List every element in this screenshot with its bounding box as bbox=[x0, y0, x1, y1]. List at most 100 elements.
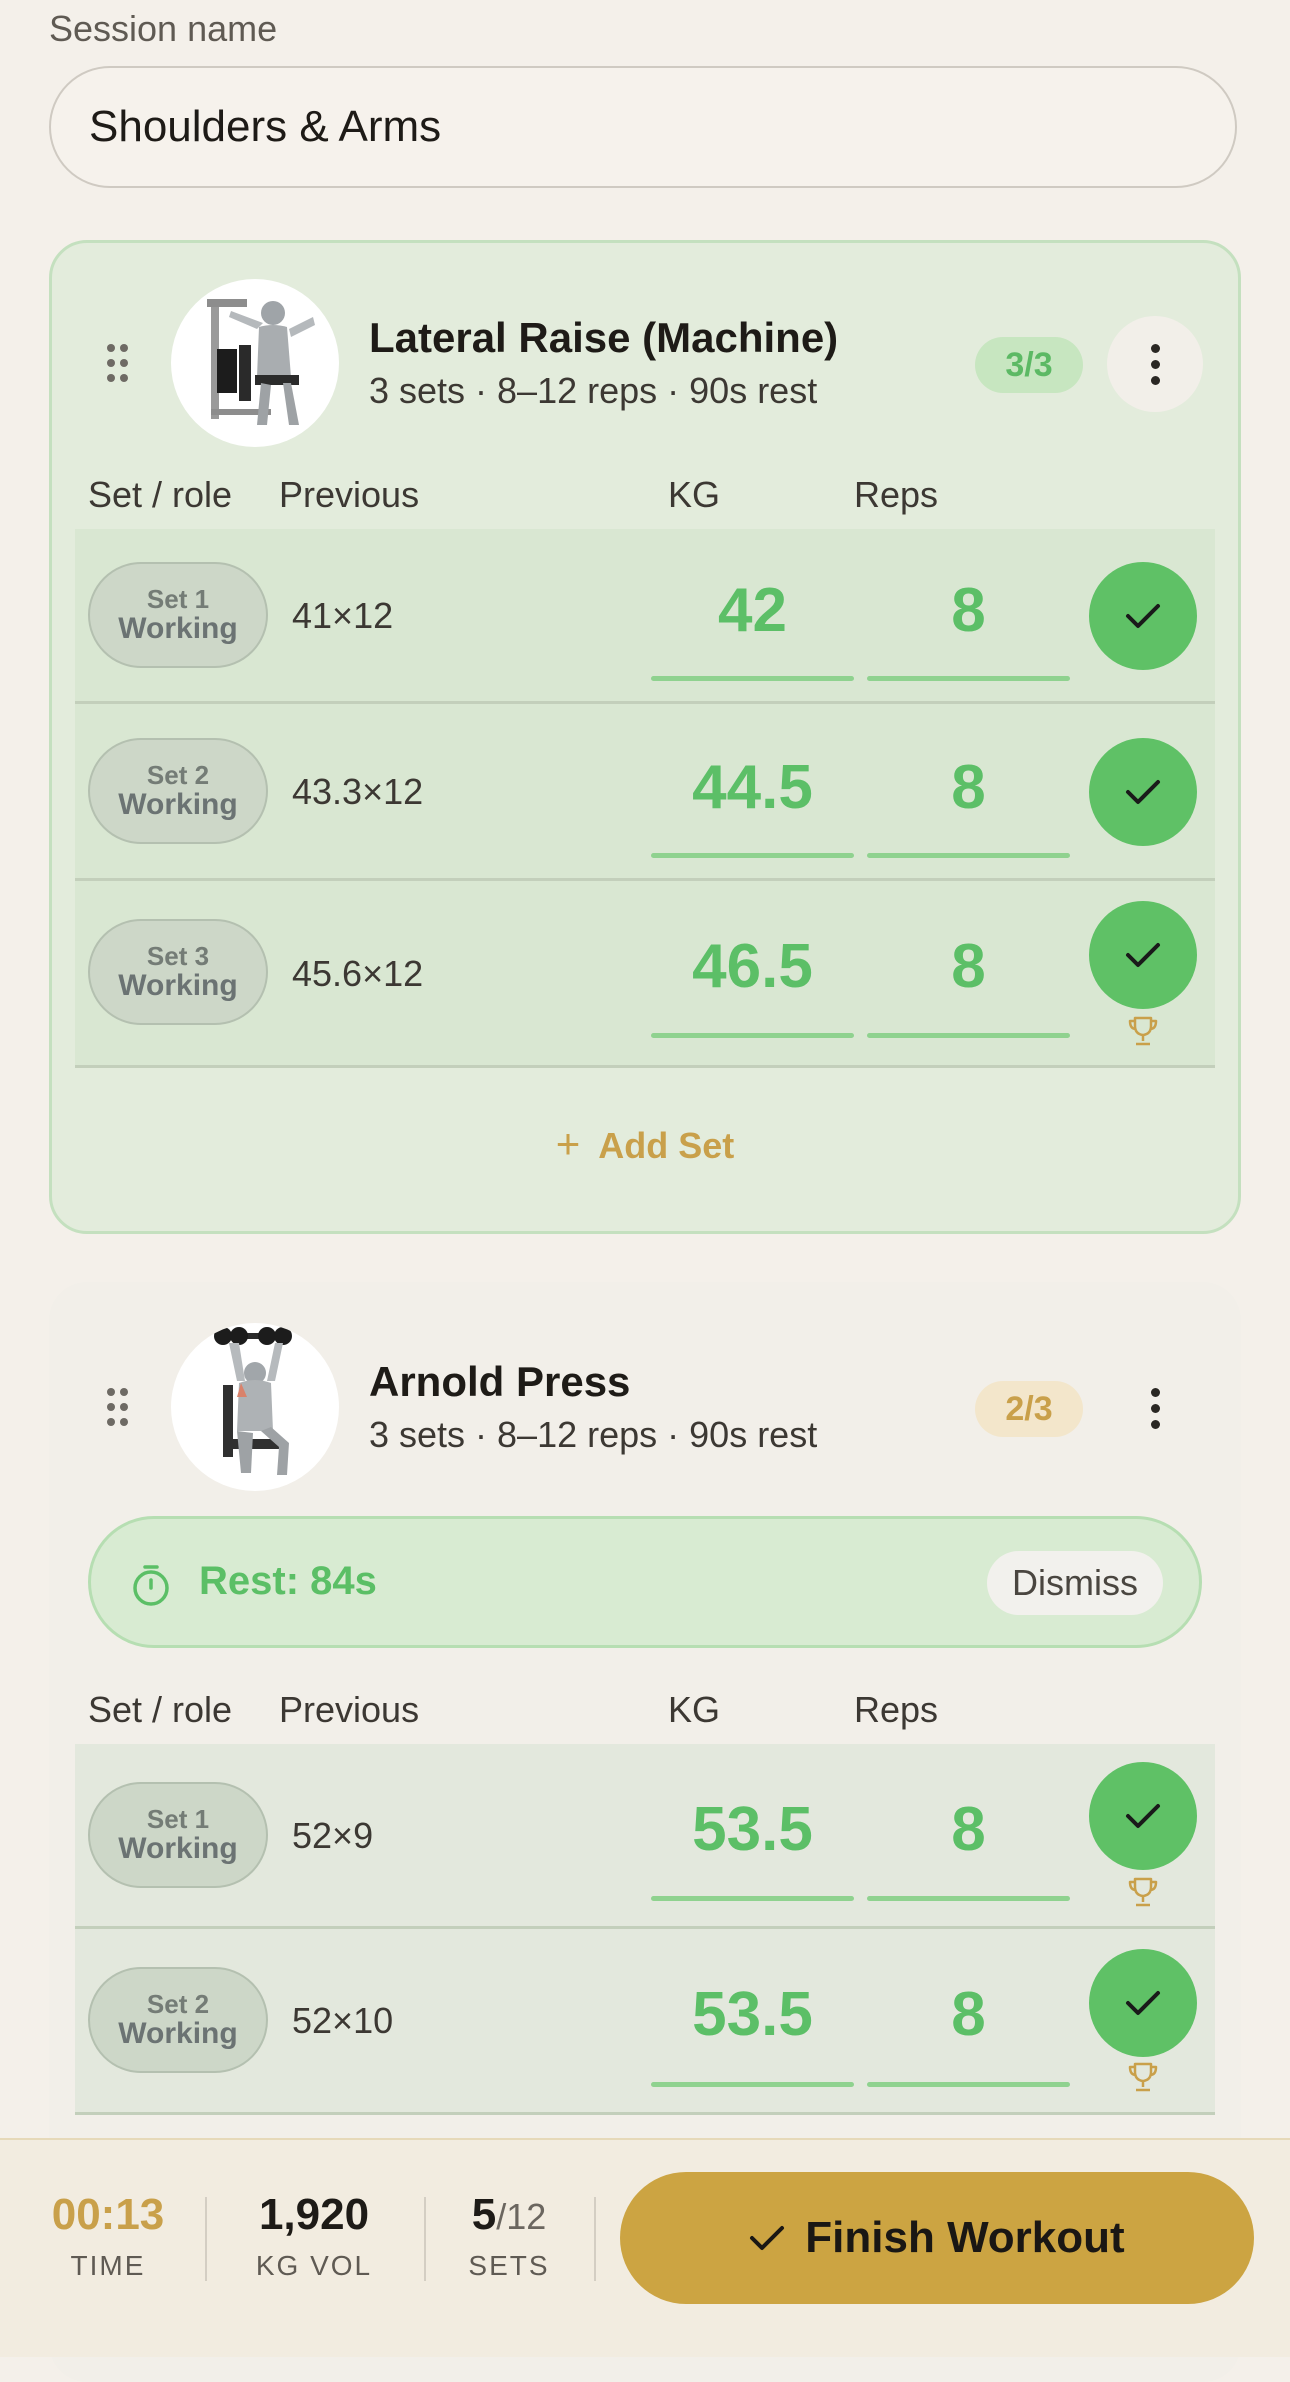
volume-label: KG VOL bbox=[255, 2250, 373, 2281]
drag-handle-icon[interactable] bbox=[107, 344, 129, 384]
exercise-subtitle: 3 sets · 8–12 reps · 90s rest bbox=[369, 1414, 818, 1455]
kg-input-underline bbox=[651, 676, 854, 681]
previous-value: 43.3×12 bbox=[292, 771, 424, 812]
set-row: Set 2 Working 52×10 53.5 8 bbox=[75, 1929, 1215, 2115]
check-icon bbox=[1126, 1804, 1160, 1828]
reps-input-underline bbox=[867, 1896, 1070, 1901]
divider bbox=[424, 2197, 426, 2281]
set-role-pill[interactable]: Set 1 Working bbox=[88, 562, 268, 668]
set-number: Set 1 bbox=[146, 1804, 210, 1834]
reps-input[interactable]: 8 bbox=[867, 931, 1070, 1002]
check-icon bbox=[1126, 604, 1160, 628]
reps-input-underline bbox=[867, 2082, 1070, 2087]
exercise-thumbnail[interactable] bbox=[171, 279, 339, 447]
finish-workout-label: Finish Workout bbox=[805, 2213, 1125, 2262]
previous-value: 52×9 bbox=[292, 1815, 374, 1856]
time-stat: 00:13 TIME bbox=[28, 2190, 188, 2282]
complete-set-button[interactable] bbox=[1089, 1762, 1197, 1870]
set-row: Set 3 Working 45.6×12 46.5 8 bbox=[75, 881, 1215, 1068]
dismiss-button[interactable]: Dismiss bbox=[987, 1551, 1163, 1615]
sets-label: SETS bbox=[468, 2250, 550, 2281]
rest-timer-banner: Rest: 84s Dismiss bbox=[88, 1516, 1202, 1648]
set-role-pill[interactable]: Set 3 Working bbox=[88, 919, 268, 1025]
sets-total-value: /12 bbox=[496, 2196, 547, 2237]
column-header-reps: Reps bbox=[854, 1689, 939, 1730]
reps-input[interactable]: 8 bbox=[867, 575, 1070, 646]
more-vertical-icon[interactable] bbox=[1107, 316, 1203, 412]
kg-input-underline bbox=[651, 1033, 854, 1038]
set-number: Set 2 bbox=[146, 760, 210, 790]
divider bbox=[594, 2197, 596, 2281]
complete-set-button[interactable] bbox=[1089, 901, 1197, 1009]
check-icon bbox=[1126, 780, 1160, 804]
reps-input-underline bbox=[867, 676, 1070, 681]
volume-stat: 1,920 KG VOL bbox=[228, 2190, 400, 2282]
kg-input-underline bbox=[651, 2082, 854, 2087]
volume-value: 1,920 bbox=[258, 2190, 370, 2239]
more-vertical-icon[interactable] bbox=[1107, 1360, 1203, 1456]
set-number: Set 3 bbox=[146, 941, 210, 971]
complete-set-button[interactable] bbox=[1089, 738, 1197, 846]
session-name-input[interactable]: Shoulders & Arms bbox=[49, 66, 1237, 188]
sets-done-value: 5 bbox=[471, 2190, 497, 2239]
set-role-pill[interactable]: Set 1 Working bbox=[88, 1782, 268, 1888]
workout-footer: 00:13 TIME 1,920 KG VOL 5/12 SETS Finish… bbox=[0, 2138, 1290, 2357]
kg-input-underline bbox=[651, 853, 854, 858]
reps-input[interactable]: 8 bbox=[867, 752, 1070, 823]
time-value: 00:13 bbox=[51, 2190, 165, 2239]
previous-value: 45.6×12 bbox=[292, 953, 424, 994]
stopwatch-icon bbox=[133, 1565, 169, 1606]
set-number: Set 1 bbox=[146, 584, 210, 614]
time-label: TIME bbox=[70, 2250, 146, 2281]
set-row: Set 1 Working 52×9 53.5 8 bbox=[75, 1744, 1215, 1929]
kg-input[interactable]: 42 bbox=[651, 575, 854, 646]
session-name-label: Session name bbox=[49, 8, 278, 49]
check-icon bbox=[1126, 1991, 1160, 2015]
set-role: Working bbox=[118, 2017, 238, 2050]
set-role: Working bbox=[118, 969, 238, 1002]
drag-handle-icon[interactable] bbox=[107, 1388, 129, 1428]
set-role: Working bbox=[118, 612, 238, 645]
check-icon bbox=[750, 2226, 785, 2250]
reps-input[interactable]: 8 bbox=[867, 1794, 1070, 1865]
column-header-role: Set / role bbox=[88, 474, 233, 515]
finish-workout-button[interactable]: Finish Workout bbox=[620, 2172, 1254, 2304]
add-set-label: Add Set bbox=[598, 1125, 735, 1166]
add-set-button[interactable]: + Add Set bbox=[0, 1120, 1290, 1168]
plus-icon: + bbox=[555, 1120, 581, 1167]
set-role-pill[interactable]: Set 2 Working bbox=[88, 738, 268, 844]
exercise-subtitle: 3 sets · 8–12 reps · 90s rest bbox=[369, 370, 818, 411]
set-role: Working bbox=[118, 1832, 238, 1865]
complete-set-button[interactable] bbox=[1089, 562, 1197, 670]
sets-stat: 5/12 SETS bbox=[440, 2190, 578, 2282]
kg-input-underline bbox=[651, 1896, 854, 1901]
set-role-pill[interactable]: Set 2 Working bbox=[88, 1967, 268, 2073]
reps-input[interactable]: 8 bbox=[867, 1979, 1070, 2050]
trophy-icon bbox=[1128, 1016, 1158, 1046]
set-number: Set 2 bbox=[146, 1989, 210, 2019]
previous-value: 52×10 bbox=[292, 2000, 394, 2041]
kg-input[interactable]: 53.5 bbox=[651, 1979, 854, 2050]
reps-input-underline bbox=[867, 1033, 1070, 1038]
divider bbox=[205, 2197, 207, 2281]
kg-input[interactable]: 53.5 bbox=[651, 1794, 854, 1865]
complete-set-button[interactable] bbox=[1089, 1949, 1197, 2057]
exercise-title: Lateral Raise (Machine) bbox=[369, 314, 839, 361]
set-row: Set 1 Working 41×12 42 8 bbox=[75, 529, 1215, 704]
set-row: Set 2 Working 43.3×12 44.5 8 bbox=[75, 704, 1215, 881]
progress-badge: 2/3 bbox=[975, 1381, 1083, 1437]
exercise-thumbnail[interactable] bbox=[171, 1323, 339, 1491]
trophy-icon bbox=[1128, 1877, 1158, 1907]
column-header-kg: KG bbox=[668, 1689, 721, 1730]
column-header-previous: Previous bbox=[279, 1689, 420, 1730]
set-role: Working bbox=[118, 788, 238, 821]
reps-input-underline bbox=[867, 853, 1070, 858]
progress-badge: 3/3 bbox=[975, 337, 1083, 393]
check-icon bbox=[1126, 943, 1160, 967]
kg-input[interactable]: 46.5 bbox=[651, 931, 854, 1002]
kg-input[interactable]: 44.5 bbox=[651, 752, 854, 823]
exercise-title: Arnold Press bbox=[369, 1358, 631, 1405]
session-name-value: Shoulders & Arms bbox=[89, 102, 442, 151]
column-header-kg: KG bbox=[668, 474, 721, 515]
column-header-role: Set / role bbox=[88, 1689, 233, 1730]
